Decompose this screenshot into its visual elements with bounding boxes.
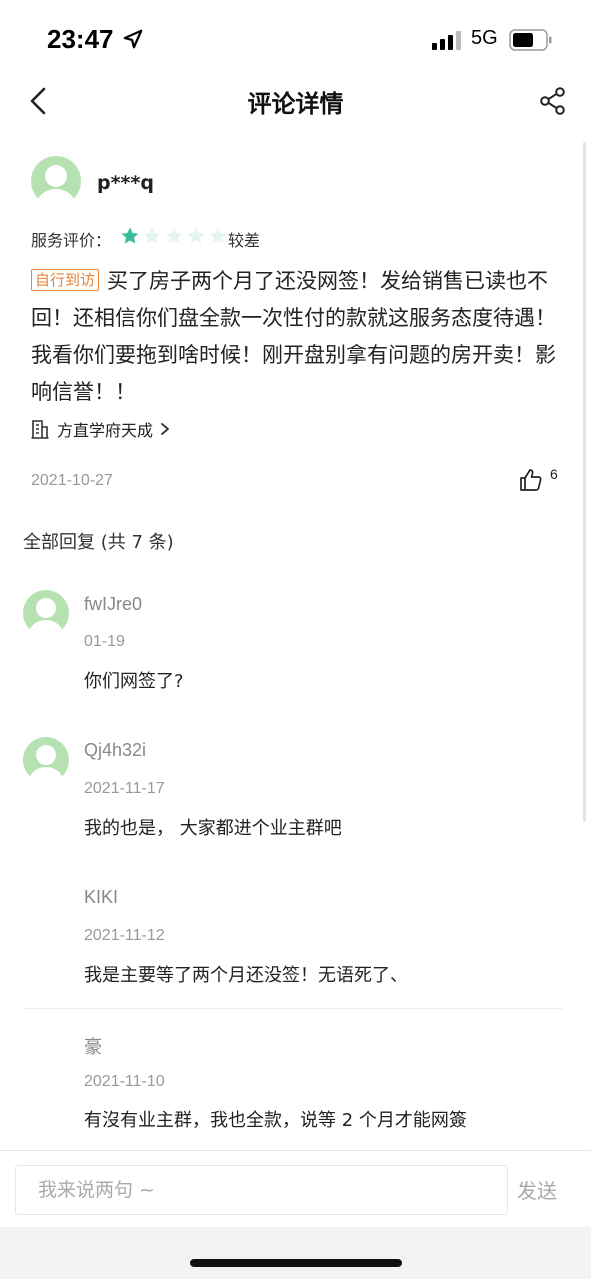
visit-tag: 自行到访 — [31, 269, 100, 291]
avatar-head-shape — [45, 165, 67, 187]
reply-username[interactable]: KIKI — [84, 887, 118, 908]
signal-icon — [432, 31, 461, 50]
nav-bar: 评论详情 — [0, 78, 591, 124]
avatar-head-shape — [36, 598, 56, 618]
location-arrow-icon — [123, 29, 143, 49]
comment-text: 买了房子两个月了还没网签！发给销售已读也不回！还相信你们盘全款一次性付的款就这服… — [31, 269, 556, 404]
avatar[interactable] — [23, 737, 69, 783]
reply-date: 2021-11-10 — [84, 1073, 165, 1090]
like-button[interactable]: 6 — [519, 466, 565, 494]
scrollbar[interactable] — [583, 142, 586, 822]
reply-text: 我是主要等了两个月还没签！无语死了、 — [84, 965, 408, 986]
project-name: 方直学府天成 — [57, 421, 154, 440]
page-title: 评论详情 — [247, 90, 344, 118]
avatar[interactable] — [31, 156, 81, 206]
comment-date: 2021-10-27 — [31, 472, 113, 489]
reply-text: 我的也是， 大家都进个业主群吧 — [84, 818, 342, 839]
project-link[interactable]: 方直学府天成 — [31, 418, 171, 440]
comment-body: 自行到访 买了房子两个月了还没网签！发给销售已读也不回！还相信你们盘全款一次性付的… — [31, 263, 561, 411]
status-bar: 23:47 5G — [0, 0, 591, 78]
status-time: 23:47 — [47, 24, 114, 54]
rating-text: 较差 — [228, 231, 261, 250]
star-empty-icon — [165, 227, 183, 244]
avatar-head-shape — [36, 745, 56, 765]
home-indicator-area — [0, 1227, 591, 1279]
replies-header: 全部回复 (共 7 条) — [23, 532, 174, 553]
reply-date: 2021-11-12 — [84, 927, 165, 944]
star-empty-icon — [187, 227, 205, 244]
share-icon[interactable] — [539, 86, 567, 116]
send-button[interactable]: 发送 — [517, 1175, 557, 1204]
avatar-body-shape — [29, 620, 63, 636]
network-label: 5G — [471, 27, 498, 49]
reply-date: 2021-11-17 — [84, 780, 165, 797]
reply-date: 01-19 — [84, 633, 125, 650]
thumbs-up-icon — [520, 469, 542, 491]
like-count: 6 — [550, 466, 558, 482]
divider — [23, 1008, 563, 1009]
building-icon — [31, 420, 49, 439]
reply-input[interactable] — [15, 1165, 508, 1215]
reply-username[interactable]: 豪 — [84, 1033, 102, 1059]
star-empty-icon — [209, 227, 227, 244]
avatar-body-shape — [29, 767, 63, 783]
avatar[interactable] — [23, 590, 69, 636]
reply-username[interactable]: Qj4h32i — [84, 740, 146, 761]
star-filled-icon — [121, 227, 139, 244]
comment-username[interactable]: p***q — [97, 172, 154, 194]
avatar-body-shape — [37, 189, 75, 206]
reply-text: 你们网签了? — [84, 671, 184, 692]
battery-icon — [509, 29, 552, 51]
home-indicator[interactable] — [190, 1259, 402, 1267]
reply-text: 有沒有业主群，我也全款，说等 2 个月才能网簽 — [84, 1110, 467, 1131]
chevron-right-icon — [161, 423, 169, 435]
star-rating — [120, 226, 228, 246]
rating-label: 服务评价： — [31, 231, 112, 250]
reply-username[interactable]: fwIJre0 — [84, 594, 142, 615]
star-empty-icon — [143, 227, 161, 244]
